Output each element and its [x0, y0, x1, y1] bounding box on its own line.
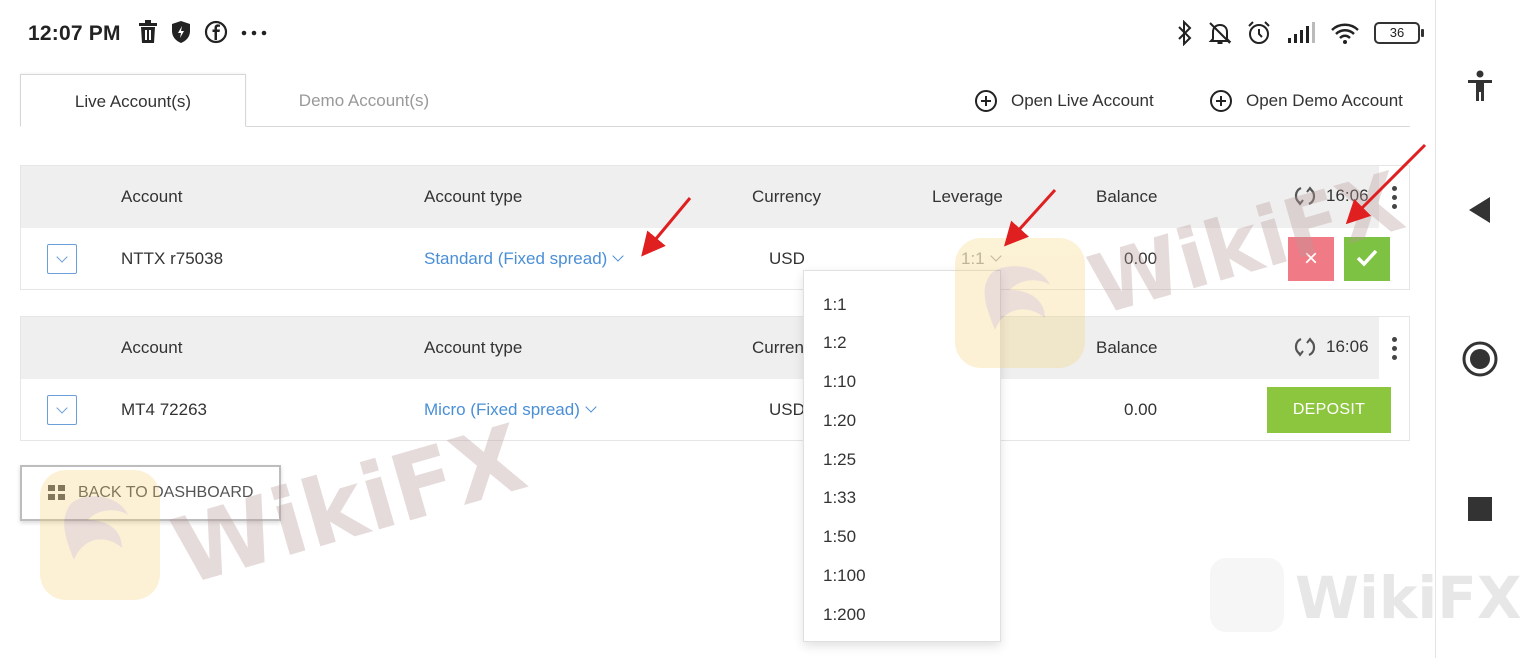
back-to-dashboard-button[interactable]: BACK TO DASHBOARD [20, 465, 281, 521]
bluetooth-icon [1178, 20, 1192, 46]
cancel-edit-button[interactable]: × [1288, 237, 1334, 281]
status-bar: 12:07 PM 36 [0, 0, 1435, 70]
shield-icon [172, 21, 190, 43]
account-currency: USD [769, 249, 805, 268]
battery-indicator: 36 [1374, 22, 1424, 44]
account-currency: USD [769, 400, 805, 419]
open-live-account-label: Open Live Account [1011, 91, 1154, 110]
dashboard-grid-icon [48, 485, 66, 501]
home-circle-icon [1462, 341, 1498, 377]
add-circle-icon [975, 90, 997, 112]
leverage-option[interactable]: 1:20 [823, 411, 856, 431]
chevron-down-icon [585, 401, 597, 413]
chevron-down-icon [989, 250, 1002, 262]
sync-time: 16:06 [1326, 186, 1369, 205]
tab-demo-accounts[interactable]: Demo Account(s) [246, 74, 482, 127]
account-number: MT4 72263 [121, 400, 207, 419]
leverage-option[interactable]: 1:100 [823, 566, 866, 586]
header-account-type: Account type [424, 187, 523, 206]
account-tabs: Live Account(s) Demo Account(s) Open Liv… [20, 74, 1410, 127]
header-account: Account [121, 187, 183, 206]
header-account: Account [121, 338, 183, 357]
confirm-edit-button[interactable] [1344, 237, 1390, 281]
account-row: MT4 72263 Micro (Fixed spread) USD 0.00 … [21, 379, 1409, 441]
leverage-option[interactable]: 1:200 [823, 605, 866, 625]
header-currency: Currency [752, 187, 821, 206]
sync-status[interactable]: 16:06 [1294, 336, 1369, 358]
home-nav-button[interactable] [1436, 340, 1523, 378]
back-to-dashboard-label: BACK TO DASHBOARD [78, 484, 254, 501]
account-menu-button[interactable] [1379, 166, 1409, 228]
refresh-icon [1294, 186, 1316, 206]
account-menu-button[interactable] [1379, 317, 1409, 379]
alarm-icon [1248, 21, 1270, 44]
account-number: NTTX r75038 [121, 249, 224, 268]
trash-icon [139, 20, 157, 43]
wifi-icon [1331, 23, 1359, 44]
accessibility-button[interactable] [1436, 70, 1523, 102]
account-card: Account Account type Currency Leverage B… [20, 165, 1410, 290]
android-nav-bar [1435, 0, 1523, 658]
leverage-option[interactable]: 1:2 [823, 333, 847, 353]
status-time: 12:07 PM [28, 22, 121, 45]
account-type-select[interactable]: Standard (Fixed spread) [424, 249, 624, 269]
account-balance: 0.00 [1124, 400, 1158, 419]
sync-time: 16:06 [1326, 337, 1369, 356]
refresh-icon [1294, 337, 1316, 357]
tab-live-accounts[interactable]: Live Account(s) [20, 74, 246, 127]
account-card: Account Account type Curren Balance 16:0… [20, 316, 1410, 441]
header-balance: Balance [1096, 187, 1158, 206]
open-demo-account-label: Open Demo Account [1246, 91, 1403, 110]
account-table-header: Account Account type Curren Balance 16:0… [21, 317, 1409, 379]
check-icon [1356, 249, 1378, 267]
chevron-down-icon [612, 250, 624, 262]
header-balance: Balance [1096, 338, 1158, 357]
account-balance: 0.00 [1124, 249, 1158, 268]
account-row: NTTX r75038 Standard (Fixed spread) USD … [21, 228, 1409, 290]
accessibility-icon [1468, 70, 1492, 101]
header-account-type: Account type [424, 338, 523, 357]
leverage-option[interactable]: 1:50 [823, 527, 856, 547]
deposit-button[interactable]: DEPOSIT [1267, 387, 1391, 433]
leverage-option[interactable]: 1:33 [823, 488, 856, 508]
status-left-icons [138, 20, 268, 44]
sync-status[interactable]: 16:06 [1294, 185, 1369, 207]
open-live-account-link[interactable]: Open Live Account [975, 88, 1154, 114]
muted-bell-icon [1208, 22, 1232, 44]
header-leverage: Leverage [932, 187, 1003, 206]
signal-icon [1288, 22, 1315, 43]
facebook-icon [204, 20, 228, 44]
status-right-icons: 36 [1176, 20, 1424, 46]
add-circle-icon [1210, 90, 1232, 112]
more-dots-icon [241, 30, 267, 36]
account-type-select[interactable]: Micro (Fixed spread) [424, 400, 597, 420]
open-demo-account-link[interactable]: Open Demo Account [1210, 88, 1403, 114]
expand-row-button[interactable] [47, 395, 77, 425]
leverage-option[interactable]: 1:10 [823, 372, 856, 392]
leverage-option[interactable]: 1:25 [823, 450, 856, 470]
header-currency: Curren [752, 338, 804, 357]
recents-nav-button[interactable] [1436, 496, 1523, 522]
back-triangle-icon [1469, 197, 1490, 223]
expand-row-button[interactable] [47, 244, 77, 274]
leverage-dropdown: 1:1 1:2 1:10 1:20 1:25 1:33 1:50 1:100 1… [803, 270, 1001, 642]
account-table-header: Account Account type Currency Leverage B… [21, 166, 1409, 228]
leverage-select[interactable]: 1:1 [961, 249, 1002, 269]
leverage-option[interactable]: 1:1 [823, 295, 847, 315]
recents-square-icon [1468, 497, 1492, 521]
back-nav-button[interactable] [1436, 195, 1523, 225]
